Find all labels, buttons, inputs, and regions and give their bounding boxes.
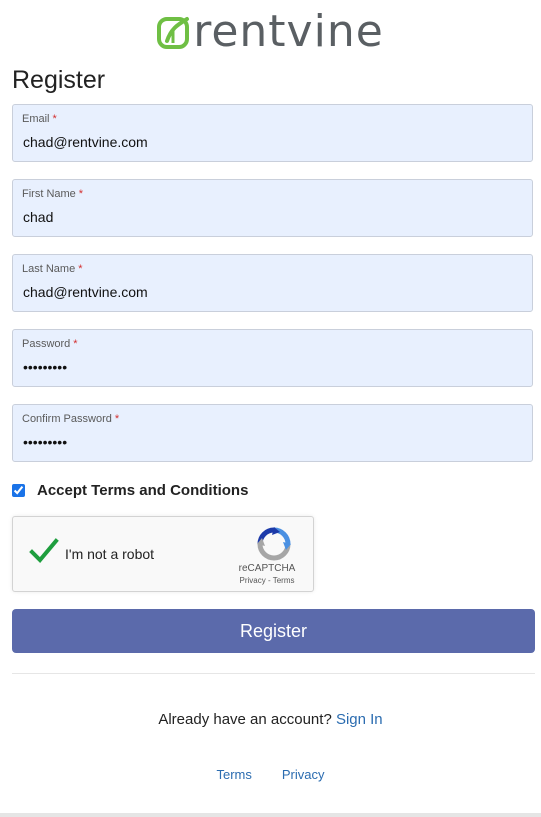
recaptcha-label: I'm not a robot: [65, 546, 155, 562]
signin-prompt: Already have an account?: [158, 711, 332, 728]
recaptcha-widget: I'm not a robot reCAPTCHA Privacy - Term…: [12, 516, 314, 592]
accept-terms-checkbox[interactable]: [12, 484, 25, 497]
required-marker: *: [78, 263, 83, 275]
recaptcha-privacy-link[interactable]: Privacy: [240, 576, 266, 585]
last-name-input[interactable]: [23, 282, 518, 302]
footer-privacy-link[interactable]: Privacy: [282, 767, 325, 782]
password-input[interactable]: [23, 357, 518, 377]
last-name-field[interactable]: Last Name *: [12, 254, 533, 312]
leaf-icon: [157, 17, 190, 49]
checkmark-icon[interactable]: [29, 537, 59, 565]
required-marker: *: [52, 113, 57, 125]
email-input[interactable]: [23, 132, 518, 152]
email-label: Email *: [22, 113, 57, 125]
first-name-label: First Name *: [22, 188, 84, 200]
recaptcha-separator: -: [267, 576, 271, 585]
signin-prompt-row: Already have an account? Sign In: [0, 711, 541, 728]
email-field[interactable]: Email *: [12, 104, 533, 162]
password-label: Password *: [22, 338, 78, 350]
required-marker: *: [114, 413, 120, 425]
last-name-label: Last Name *: [22, 263, 83, 275]
bottom-scrollbar: [0, 813, 541, 817]
first-name-field[interactable]: First Name *: [12, 179, 533, 237]
accept-terms-row: Accept Terms and Conditions: [12, 482, 248, 499]
footer-terms-link[interactable]: Terms: [216, 767, 251, 782]
confirm-password-field[interactable]: Confirm Password *: [12, 404, 533, 462]
confirm-password-label: Confirm Password *: [22, 413, 120, 425]
recaptcha-links: Privacy - Terms: [232, 576, 302, 585]
page-title: Register: [12, 66, 106, 94]
password-field[interactable]: Password *: [12, 329, 533, 387]
confirm-password-input[interactable]: [23, 432, 518, 452]
first-name-input[interactable]: [23, 207, 518, 227]
brand-logo: rentvine: [0, 8, 541, 56]
recaptcha-logo-icon: [257, 527, 291, 561]
sign-in-link[interactable]: Sign In: [336, 711, 383, 728]
required-marker: *: [73, 338, 78, 350]
register-button[interactable]: Register: [12, 609, 535, 653]
required-marker: *: [78, 188, 84, 200]
brand-name: rentvine: [193, 6, 384, 57]
divider: [12, 673, 535, 674]
footer-links: Terms Privacy: [0, 767, 541, 782]
accept-terms-label[interactable]: Accept Terms and Conditions: [37, 482, 248, 499]
recaptcha-brand: reCAPTCHA: [238, 563, 296, 574]
recaptcha-terms-link[interactable]: Terms: [273, 576, 295, 585]
